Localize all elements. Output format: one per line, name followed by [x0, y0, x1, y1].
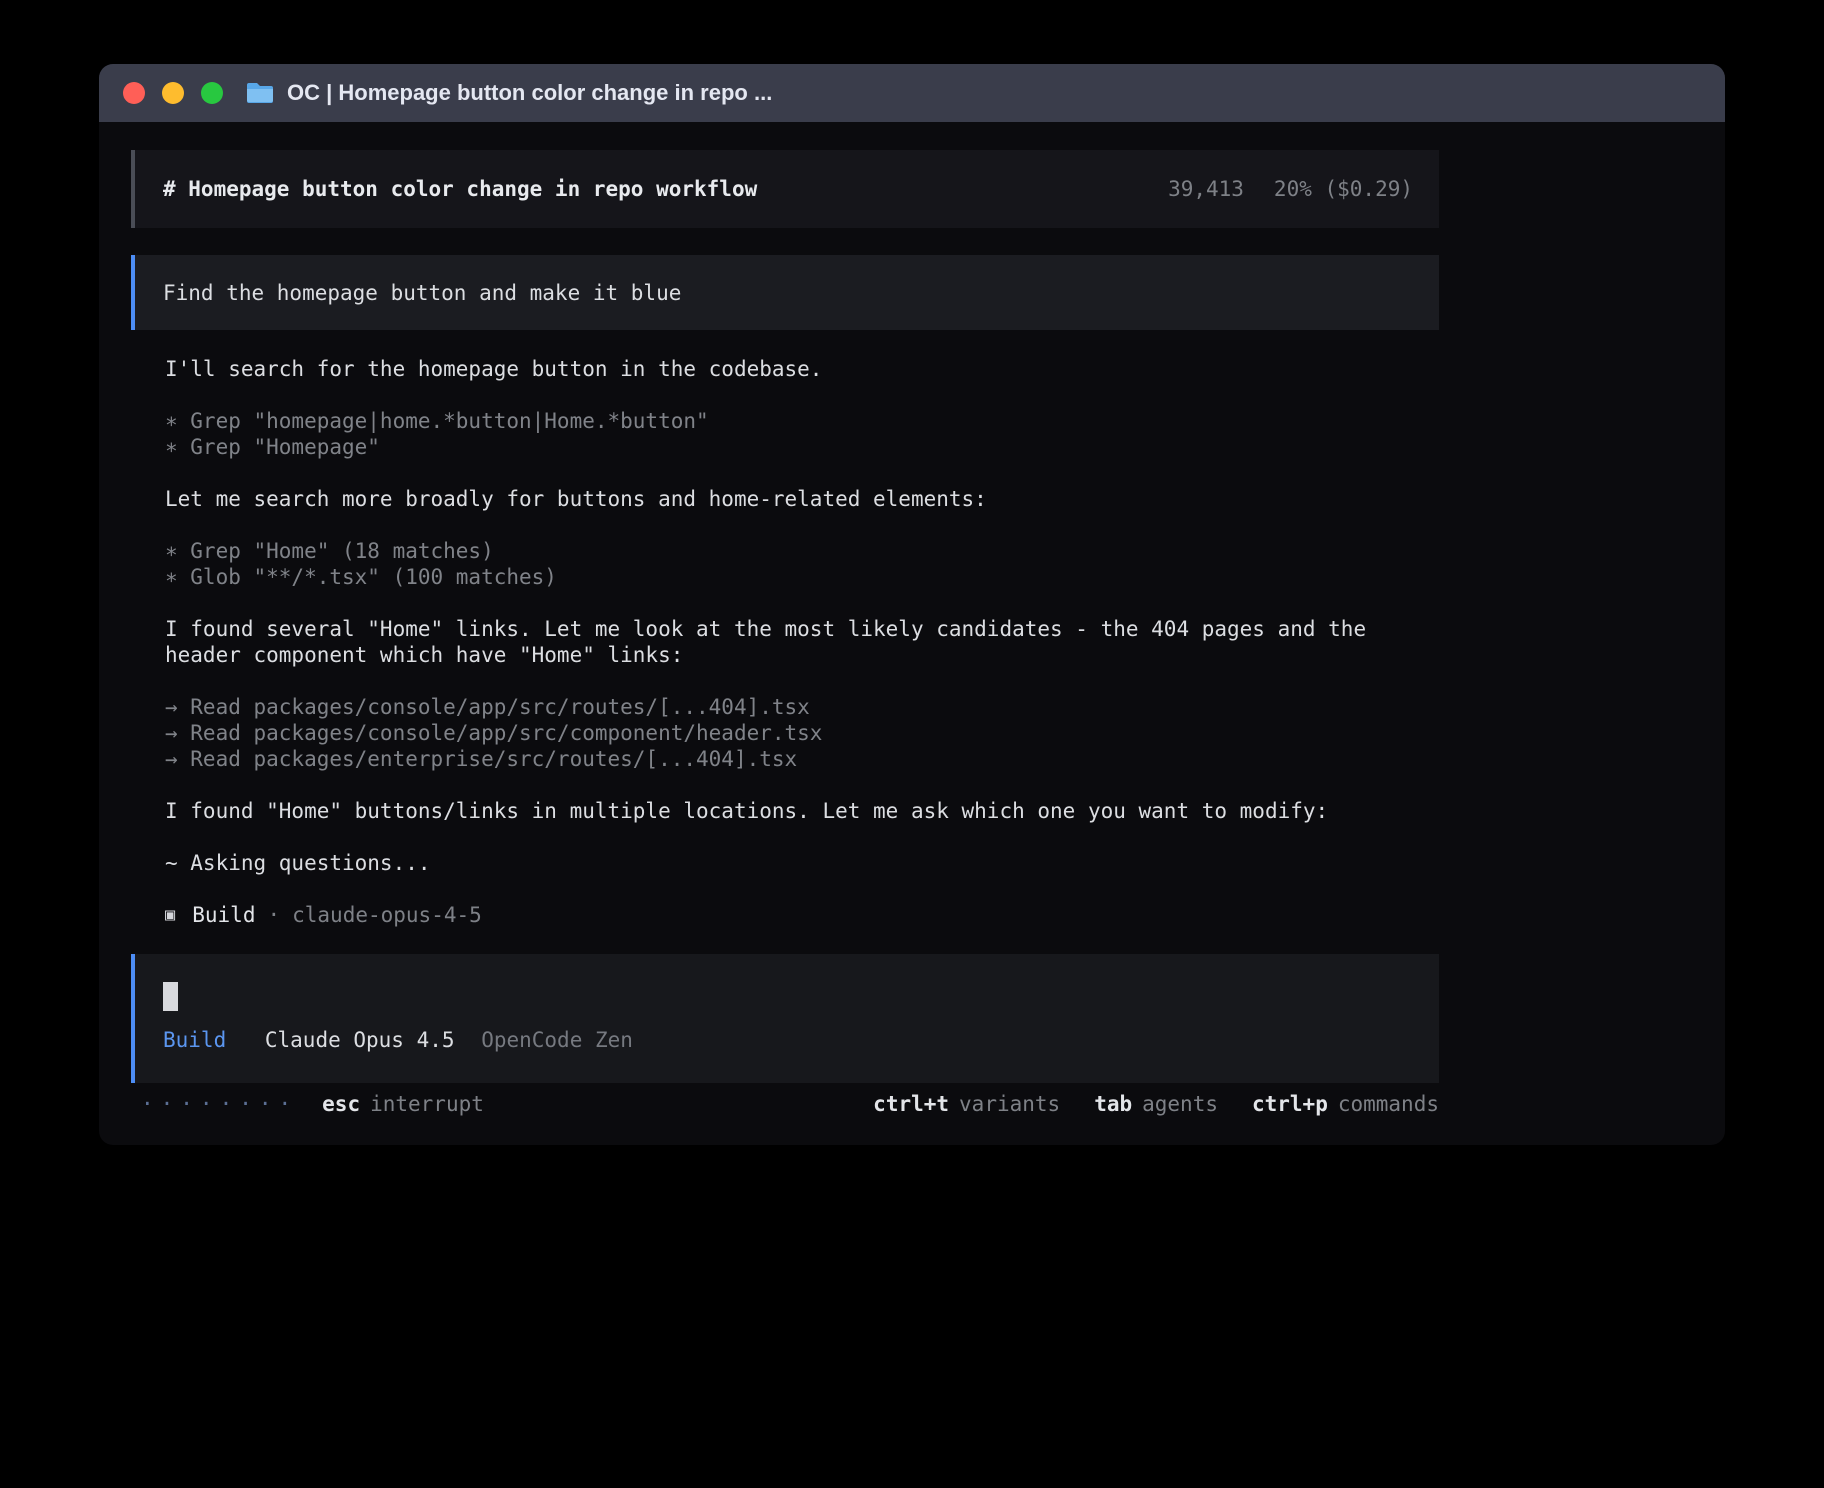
session-title: # Homepage button color change in repo w… — [163, 176, 757, 202]
token-count: 39,413 — [1168, 176, 1244, 202]
shortcut-label: variants — [959, 1092, 1060, 1116]
assistant-transcript: I'll search for the homepage button in t… — [131, 356, 1725, 928]
assistant-text: I found "Home" buttons/links in multiple… — [165, 798, 1405, 824]
tool-call-read: → Read packages/console/app/src/componen… — [165, 720, 1725, 746]
shortcut-label: agents — [1142, 1092, 1218, 1116]
separator-dot: · — [267, 902, 280, 928]
tool-call-read: → Read packages/console/app/src/routes/[… — [165, 694, 1725, 720]
assistant-text: I found several "Home" links. Let me loo… — [165, 616, 1405, 668]
tool-call-grep: ∗ Grep "homepage|home.*button|Home.*butt… — [165, 408, 1725, 434]
status-bar-left: ········ esc interrupt — [131, 1091, 484, 1117]
input-agent-label: Build — [163, 1028, 226, 1052]
spinner-dots-icon: ········ — [141, 1091, 298, 1117]
minimize-button[interactable] — [162, 82, 184, 104]
assistant-text: Let me search more broadly for buttons a… — [165, 486, 1405, 512]
folder-icon — [245, 81, 275, 105]
input-provider-label: OpenCode Zen — [481, 1028, 633, 1052]
window-title: OC | Homepage button color change in rep… — [287, 80, 772, 106]
esc-label: interrupt — [370, 1091, 484, 1117]
input-model-label: Claude Opus 4.5 — [265, 1028, 455, 1052]
text-cursor — [163, 982, 178, 1011]
shortcut-agents: tab agents — [1094, 1091, 1218, 1117]
tool-call-grep: ∗ Grep "Homepage" — [165, 434, 1725, 460]
user-message-text: Find the homepage button and make it blu… — [163, 281, 681, 305]
input-line[interactable] — [163, 982, 1413, 1011]
agent-status-row: ▣ Build · claude-opus-4-5 — [165, 902, 1725, 928]
window-titlebar[interactable]: OC | Homepage button color change in rep… — [99, 64, 1725, 122]
input-status-row: Build Claude Opus 4.5 OpenCode Zen — [163, 1027, 1413, 1053]
session-header: # Homepage button color change in repo w… — [131, 150, 1439, 228]
shortcut-key: ctrl+p — [1252, 1092, 1328, 1116]
user-message: Find the homepage button and make it blu… — [131, 255, 1439, 330]
terminal-content: # Homepage button color change in repo w… — [99, 122, 1725, 1117]
assistant-status-text: ~ Asking questions... — [165, 850, 1405, 876]
tool-call-read: → Read packages/enterprise/src/routes/[.… — [165, 746, 1725, 772]
tool-call-group: ∗ Grep "Home" (18 matches) ∗ Glob "**/*.… — [165, 538, 1725, 590]
session-meta: 39,413 20% ($0.29) — [1168, 176, 1413, 202]
tool-call-group: ∗ Grep "homepage|home.*button|Home.*butt… — [165, 408, 1725, 460]
tool-call-grep: ∗ Grep "Home" (18 matches) — [165, 538, 1725, 564]
esc-key: esc — [322, 1091, 360, 1117]
shortcut-key: ctrl+t — [873, 1092, 949, 1116]
terminal-window: OC | Homepage button color change in rep… — [99, 64, 1725, 1145]
tool-call-glob: ∗ Glob "**/*.tsx" (100 matches) — [165, 564, 1725, 590]
context-usage: 20% ($0.29) — [1274, 176, 1413, 202]
status-bar-shortcuts: ctrl+t variants tab agents ctrl+p commands — [873, 1091, 1439, 1117]
shortcut-label: commands — [1338, 1092, 1439, 1116]
tool-call-group: → Read packages/console/app/src/routes/[… — [165, 694, 1725, 772]
agent-status-icon: ▣ — [165, 902, 175, 928]
close-button[interactable] — [123, 82, 145, 104]
prompt-input[interactable]: Build Claude Opus 4.5 OpenCode Zen — [131, 954, 1439, 1083]
model-name: claude-opus-4-5 — [292, 902, 482, 928]
maximize-button[interactable] — [201, 82, 223, 104]
traffic-lights — [123, 82, 223, 104]
shortcut-variants: ctrl+t variants — [873, 1091, 1060, 1117]
assistant-text: I'll search for the homepage button in t… — [165, 356, 1405, 382]
shortcut-key: tab — [1094, 1092, 1132, 1116]
status-bar: ········ esc interrupt ctrl+t variants ta… — [131, 1091, 1439, 1117]
shortcut-commands: ctrl+p commands — [1252, 1091, 1439, 1117]
agent-name: Build — [192, 902, 255, 928]
